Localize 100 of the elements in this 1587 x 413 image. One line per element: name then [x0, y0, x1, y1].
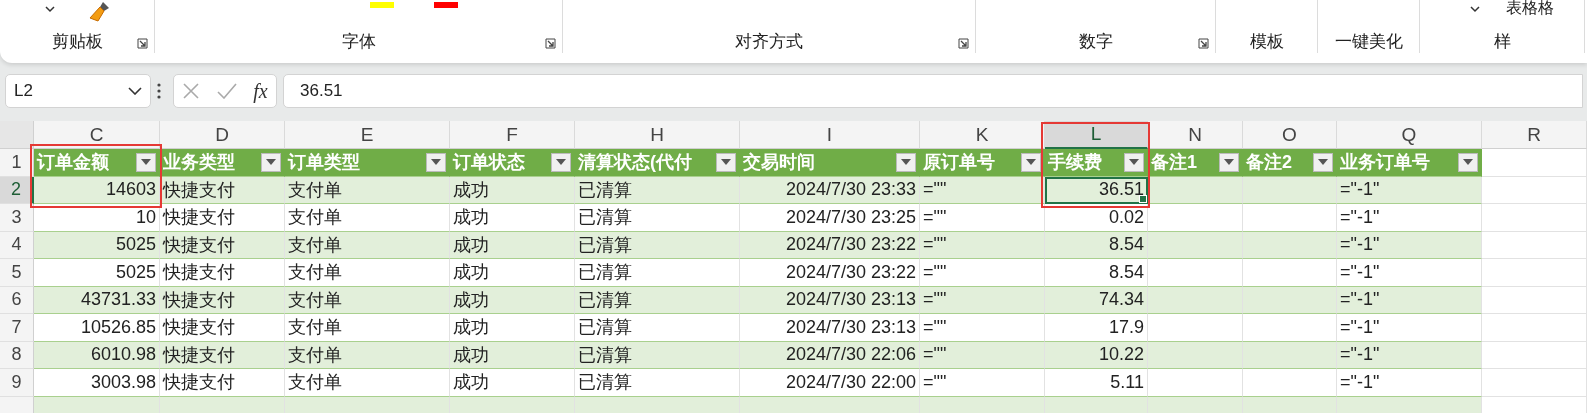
check-icon[interactable]	[216, 83, 237, 99]
caret-icon	[266, 159, 276, 166]
filter-button[interactable]	[426, 152, 446, 172]
column-header[interactable]: Q	[1337, 121, 1482, 149]
table-cell: 3003.98	[34, 369, 160, 397]
table-cell: 0.02	[1045, 204, 1148, 232]
column-header[interactable]: E	[285, 121, 450, 149]
table-cell: 已清算	[575, 231, 740, 259]
table-cell: 成功	[450, 231, 575, 259]
dialog-launcher-icon[interactable]	[137, 38, 148, 49]
filter-button[interactable]	[716, 152, 736, 172]
table-cell: 2024/7/30 23:22	[740, 259, 920, 287]
table-cell: 36.51	[1045, 176, 1148, 204]
filter-button[interactable]	[1021, 152, 1041, 172]
table-cell: 2024/7/30 22:00	[740, 369, 920, 397]
table-cell: 成功	[450, 176, 575, 204]
table-cell: =""	[920, 204, 1045, 232]
table-cell: =""	[920, 231, 1045, 259]
group-label: 样	[1493, 31, 1511, 53]
row-header[interactable]: 7	[0, 314, 34, 342]
caret-icon	[1463, 159, 1473, 166]
table-cell: 快捷支付	[160, 341, 285, 369]
header-label: 备注2	[1246, 151, 1292, 175]
table-format-button[interactable]: 表格格	[1506, 0, 1554, 19]
table-cell: 2024/7/30 23:13	[740, 314, 920, 342]
table-cell: 成功	[450, 259, 575, 287]
formula-field[interactable]: 36.51	[283, 74, 1583, 108]
table-cell: 支付单	[285, 286, 450, 314]
name-box[interactable]: L2	[5, 74, 151, 108]
table-cell: 14603	[34, 176, 160, 204]
column-header[interactable]: F	[450, 121, 575, 149]
row-header[interactable]: 5	[0, 259, 34, 287]
column-header[interactable]: R	[1482, 121, 1587, 149]
caret-icon	[1224, 159, 1234, 166]
caret-icon[interactable]	[1470, 6, 1480, 13]
table-cell: 8.54	[1045, 231, 1148, 259]
column-header[interactable]: L	[1045, 121, 1148, 149]
row-header[interactable]: 3	[0, 204, 34, 232]
table-cell: 已清算	[575, 204, 740, 232]
row-header[interactable]: 9	[0, 369, 34, 397]
dialog-launcher-icon[interactable]	[545, 38, 556, 49]
table-cell: ="-1"	[1337, 204, 1482, 232]
table-cell: 已清算	[575, 341, 740, 369]
table-cell: 5025	[34, 231, 160, 259]
caret-icon	[1026, 159, 1036, 166]
row-header[interactable]: 8	[0, 341, 34, 369]
header-label: 原订单号	[923, 151, 995, 175]
filter-button[interactable]	[551, 152, 571, 172]
table-cell: 5025	[34, 259, 160, 287]
column-header[interactable]: C	[34, 121, 160, 149]
filter-button[interactable]	[261, 152, 281, 172]
column-header[interactable]: O	[1243, 121, 1337, 149]
table-cell: 成功	[450, 314, 575, 342]
fill-handle[interactable]	[1139, 195, 1147, 203]
row-header[interactable]: 4	[0, 231, 34, 259]
column-header[interactable]: N	[1148, 121, 1243, 149]
filter-button[interactable]	[1219, 152, 1239, 172]
filter-button[interactable]	[136, 152, 156, 172]
dialog-launcher-icon[interactable]	[1198, 38, 1209, 49]
table-cell: 17.9	[1045, 314, 1148, 342]
table-cell: =""	[920, 176, 1045, 204]
table-cell: 支付单	[285, 369, 450, 397]
caret-icon	[721, 159, 731, 166]
filter-button[interactable]	[1313, 152, 1333, 172]
caret-icon	[901, 159, 911, 166]
row-header[interactable]: 6	[0, 286, 34, 314]
table-cell: 2024/7/30 23:33	[740, 176, 920, 204]
more-icon[interactable]	[157, 83, 161, 99]
table-cell: 8.54	[1045, 259, 1148, 287]
filter-button[interactable]	[1458, 152, 1478, 172]
table-cell: 43731.33	[34, 286, 160, 314]
table-cell: 快捷支付	[160, 204, 285, 232]
table-cell: 已清算	[575, 259, 740, 287]
table-cell: 支付单	[285, 204, 450, 232]
table-cell: ="-1"	[1337, 231, 1482, 259]
table-cell: 10.22	[1045, 341, 1148, 369]
table-cell: 成功	[450, 286, 575, 314]
column-header[interactable]: H	[575, 121, 740, 149]
header-label: 业务类型	[163, 151, 235, 175]
highlight-color-icon[interactable]	[370, 0, 394, 8]
column-header[interactable]: K	[920, 121, 1045, 149]
caret-icon[interactable]	[45, 6, 55, 13]
column-header[interactable]: I	[740, 121, 920, 149]
table-cell: 快捷支付	[160, 176, 285, 204]
row-header[interactable]: 1	[0, 149, 34, 177]
filter-button[interactable]	[896, 152, 916, 172]
font-color-icon[interactable]	[434, 0, 458, 8]
table-cell: ="-1"	[1337, 314, 1482, 342]
dialog-launcher-icon[interactable]	[958, 38, 969, 49]
table-cell: =""	[920, 259, 1045, 287]
insert-function-button[interactable]: fx	[253, 79, 268, 103]
table-cell: 快捷支付	[160, 314, 285, 342]
table-cell: 10526.85	[34, 314, 160, 342]
caret-icon	[431, 159, 441, 166]
table-cell: 2024/7/30 23:25	[740, 204, 920, 232]
filter-button[interactable]	[1124, 152, 1144, 172]
table-cell: 6010.98	[34, 341, 160, 369]
column-header[interactable]: D	[160, 121, 285, 149]
header-label: 业务订单号	[1340, 151, 1430, 175]
caret-icon	[141, 159, 151, 166]
